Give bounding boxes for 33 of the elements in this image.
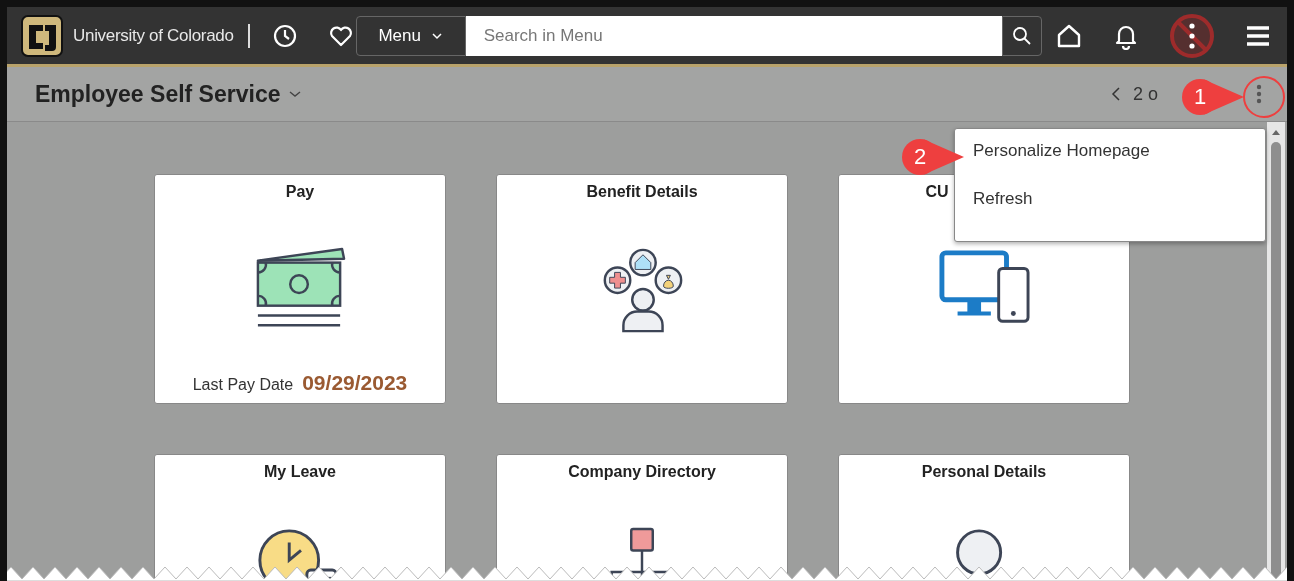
highlight-circle — [1243, 76, 1285, 118]
previous-page-icon[interactable] — [1111, 86, 1121, 102]
last-pay-date-label: Last Pay Date — [192, 376, 294, 394]
tile-title: Company Directory — [568, 463, 716, 481]
kebab-icon — [1256, 84, 1262, 104]
tile-title: Benefit Details — [586, 183, 698, 201]
caret-icon — [430, 31, 443, 40]
homepage-tile[interactable]: Pay Last Pay Date 09/29/2023 — [154, 174, 446, 404]
heart-icon[interactable] — [327, 23, 354, 48]
page-indicator: 2 o — [1133, 83, 1160, 105]
search-icon — [1011, 25, 1032, 46]
last-pay-date-value: 09/29/2023 — [302, 371, 408, 395]
tile-title: CU — [925, 183, 949, 201]
tile-title: My Leave — [263, 463, 336, 481]
clock-icon[interactable] — [271, 22, 298, 49]
homepage-tile[interactable]: Benefit Details — [496, 174, 788, 404]
tile-title: Pay — [285, 183, 315, 201]
homepage-tile[interactable]: My Leave — [154, 454, 446, 581]
search-field[interactable]: Search in Menu — [465, 15, 1002, 56]
scroll-up-arrow-icon[interactable] — [1271, 128, 1281, 136]
menu-icon[interactable] — [1245, 24, 1271, 47]
home-icon[interactable] — [1055, 22, 1083, 49]
university-name: University of Colorado — [73, 25, 234, 46]
prohibited-kebab-icon — [1169, 12, 1215, 59]
menu-dropdown-button[interactable]: Menu — [355, 15, 466, 56]
step-callout: 1 — [1168, 77, 1244, 117]
scrollbar[interactable] — [1267, 122, 1285, 581]
homepage-tile[interactable]: Company Directory — [496, 454, 788, 581]
caret-icon — [288, 89, 303, 99]
tile-title: Personal Details — [921, 463, 1047, 481]
search-button[interactable] — [1001, 15, 1042, 56]
page-title-dropdown[interactable]: Employee Self Service — [35, 80, 303, 108]
logo-icon[interactable] — [19, 12, 65, 59]
